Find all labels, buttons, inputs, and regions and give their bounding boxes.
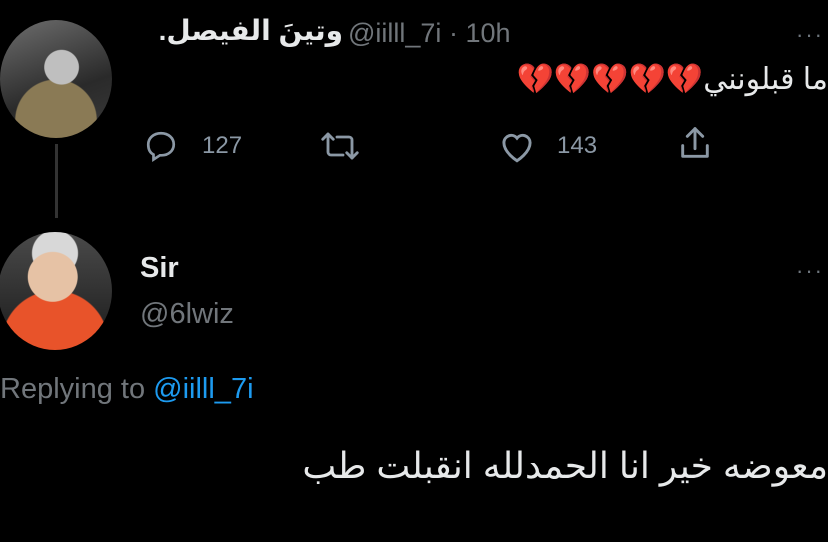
handle[interactable]: @iilll_7i xyxy=(348,18,441,48)
replying-to-handle[interactable]: @iilll_7i xyxy=(153,373,253,405)
tweet-text: ما قبلونني💔💔💔💔💔 xyxy=(516,62,828,97)
more-options-icon[interactable]: ··· xyxy=(796,22,824,48)
display-name[interactable]: وتينَ الفيصل. xyxy=(159,14,343,47)
tweet-text-body: ما قبلونني xyxy=(703,63,828,96)
retweet-icon[interactable] xyxy=(318,128,362,164)
reply-count: 127 xyxy=(202,132,243,159)
heart-icon[interactable] xyxy=(497,128,537,164)
tweet-text: معوضه خير انا الحمدلله انقبلت طب xyxy=(302,445,828,486)
more-options-icon[interactable]: ··· xyxy=(796,258,824,284)
like-count: 143 xyxy=(557,132,598,159)
reply-icon[interactable] xyxy=(142,128,180,164)
replying-to: Replying to @iilll_7i xyxy=(0,373,254,406)
handle[interactable]: @6lwiz xyxy=(140,298,234,331)
replying-to-label: Replying to xyxy=(0,373,146,405)
share-icon[interactable] xyxy=(676,124,714,164)
avatar[interactable] xyxy=(0,232,112,350)
timestamp[interactable]: 10h xyxy=(465,18,510,48)
display-name[interactable]: Sir xyxy=(140,252,179,285)
thread-connector xyxy=(55,144,58,218)
handle-time: @iilll_7i · 10h xyxy=(348,18,511,49)
avatar[interactable] xyxy=(0,20,112,138)
separator: · xyxy=(448,18,458,48)
broken-heart-emojis: 💔💔💔💔💔 xyxy=(516,63,704,96)
